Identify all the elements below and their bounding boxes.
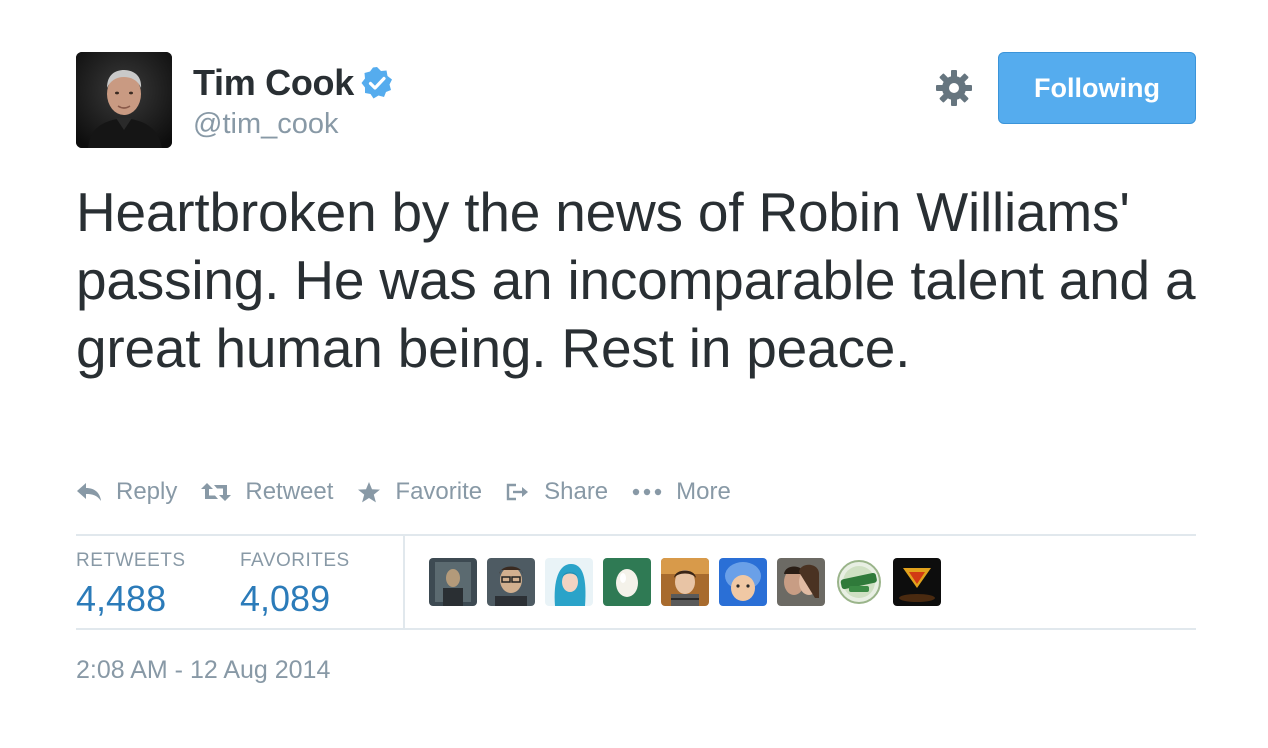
reply-button[interactable]: Reply [76, 478, 177, 506]
favorites-stat[interactable]: FAVORITES 4,089 [240, 536, 350, 620]
favoriter-avatar[interactable] [777, 558, 825, 606]
favoriter-avatar[interactable] [893, 558, 941, 606]
retweets-stat[interactable]: RETWEETS 4,488 [76, 536, 186, 620]
verified-badge-icon [360, 66, 394, 100]
profile-avatar[interactable] [76, 52, 172, 148]
tweet-text: Heartbroken by the news of Robin William… [76, 181, 1196, 379]
more-dots-icon [632, 488, 662, 496]
gear-icon[interactable] [934, 68, 974, 108]
tweet-actions: Reply Retweet Favorite Share More [76, 478, 755, 506]
more-button[interactable]: More [632, 478, 731, 506]
favorites-count: 4,089 [240, 578, 331, 619]
user-handle[interactable]: @tim_cook [193, 108, 338, 141]
more-label: More [676, 478, 731, 505]
favoriter-avatar[interactable] [545, 558, 593, 606]
favoriter-avatar[interactable] [603, 558, 651, 606]
retweets-label: RETWEETS [76, 550, 186, 571]
share-label: Share [544, 478, 609, 505]
favoriter-avatar[interactable] [835, 558, 883, 606]
display-name[interactable]: Tim Cook [193, 62, 354, 104]
avatar-image [76, 52, 172, 148]
star-icon [358, 482, 381, 503]
favorite-button[interactable]: Favorite [357, 478, 482, 506]
divider-bottom [76, 628, 1196, 630]
tweet-timestamp[interactable]: 2:08 AM - 12 Aug 2014 [76, 656, 330, 685]
following-button[interactable]: Following [998, 52, 1196, 124]
reply-icon [77, 483, 101, 501]
retweet-label: Retweet [245, 478, 334, 505]
tweet-stats: RETWEETS 4,488 FAVORITES 4,089 [76, 536, 1196, 628]
share-icon [506, 483, 529, 501]
name-row: Tim Cook [193, 62, 394, 104]
retweet-icon [201, 483, 232, 501]
retweet-button[interactable]: Retweet [201, 478, 333, 506]
share-button[interactable]: Share [506, 478, 608, 506]
stats-separator [403, 536, 405, 628]
favoriters-list [429, 558, 951, 606]
favorite-label: Favorite [395, 478, 483, 505]
reply-label: Reply [116, 478, 178, 505]
retweets-count: 4,488 [76, 578, 167, 619]
favorites-label: FAVORITES [240, 550, 350, 571]
favoriter-avatar[interactable] [719, 558, 767, 606]
favoriter-avatar[interactable] [429, 558, 477, 606]
favoriter-avatar[interactable] [661, 558, 709, 606]
favoriter-avatar[interactable] [487, 558, 535, 606]
